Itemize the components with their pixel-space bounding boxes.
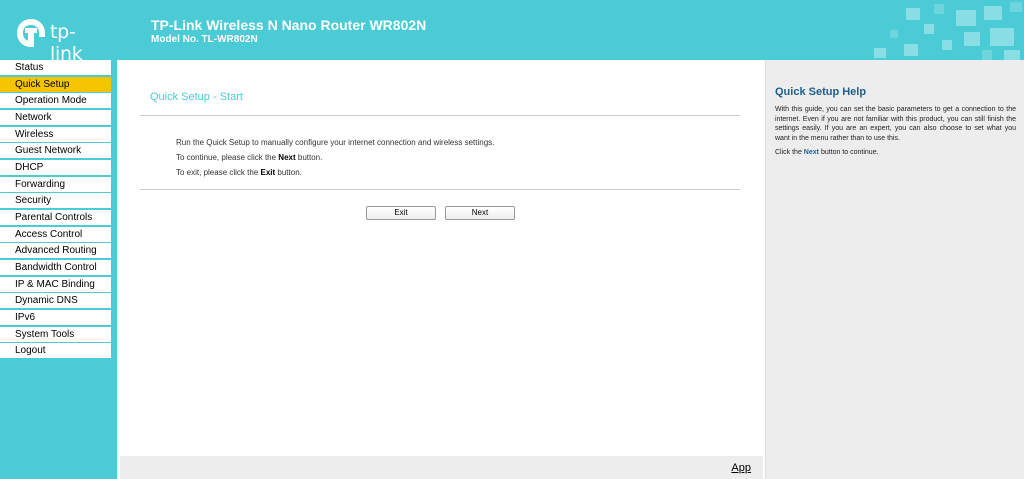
tp-link-logo-icon	[17, 19, 45, 47]
footer-bar: App	[120, 456, 763, 479]
exit-text-pre: To exit, please click the	[176, 168, 259, 177]
tp-link-logo[interactable]: tp-link	[14, 16, 104, 60]
sidebar: Status Quick Setup Operation Mode Network Wi…	[0, 60, 117, 479]
sidebar-item-dhcp[interactable]: DHCP	[0, 160, 111, 176]
header-bar: tp-link TP-Link Wireless N Nano Router W…	[0, 0, 1024, 60]
brand-name: tp-link	[50, 21, 83, 60]
model-number: Model No. TL-WR802N	[151, 34, 258, 45]
sidebar-item-forwarding[interactable]: Forwarding	[0, 176, 111, 192]
sidebar-item-guest-network[interactable]: Guest Network	[0, 143, 111, 159]
sidebar-item-quick-setup[interactable]: Quick Setup	[0, 76, 111, 92]
sidebar-item-access-control[interactable]: Access Control	[0, 226, 111, 242]
sidebar-item-system-tools[interactable]: System Tools	[0, 326, 111, 342]
sidebar-menu: Status Quick Setup Operation Mode Network Wi…	[0, 60, 111, 360]
exit-text: To exit, please click the Exit button.	[176, 168, 302, 177]
main-panel: Quick Setup - Start Run the Quick Setup …	[117, 60, 765, 479]
continue-text-pre: To continue, please click the	[176, 153, 277, 162]
router-title: TP-Link Wireless N Nano Router WR802N	[151, 17, 427, 33]
exit-text-bold: Exit	[260, 168, 276, 177]
sidebar-item-dynamic-dns[interactable]: Dynamic DNS	[0, 293, 111, 309]
sidebar-item-operation-mode[interactable]: Operation Mode	[0, 93, 111, 109]
sidebar-item-status[interactable]: Status	[0, 60, 111, 75]
header-decoration-pattern	[874, 2, 1022, 60]
sidebar-item-ipv6[interactable]: IPv6	[0, 310, 111, 326]
help-body: With this guide, you can set the basic p…	[775, 106, 1016, 142]
sidebar-item-security[interactable]: Security	[0, 193, 111, 209]
help-next-text: Click the Next button to continue.	[775, 149, 879, 156]
help-panel: Quick Setup Help With this guide, you ca…	[765, 60, 1024, 479]
sidebar-item-advanced-routing[interactable]: Advanced Routing	[0, 243, 111, 259]
continue-text-post: button.	[297, 153, 323, 162]
help-next-pre: Click the	[775, 149, 802, 156]
divider-top	[140, 115, 740, 116]
page-title: Quick Setup - Start	[150, 91, 243, 103]
sidebar-item-parental-controls[interactable]: Parental Controls	[0, 210, 111, 226]
sidebar-item-logout[interactable]: Logout	[0, 343, 111, 359]
exit-button[interactable]: Exit	[366, 206, 436, 220]
help-next-bold: Next	[803, 149, 819, 156]
exit-text-post: button.	[277, 168, 302, 177]
divider-bottom	[140, 189, 740, 190]
sidebar-item-bandwidth-control[interactable]: Bandwidth Control	[0, 260, 111, 276]
continue-text-bold: Next	[278, 153, 296, 162]
next-button[interactable]: Next	[445, 206, 515, 220]
intro-text: Run the Quick Setup to manually configur…	[176, 138, 495, 147]
sidebar-item-wireless[interactable]: Wireless	[0, 126, 111, 142]
sidebar-item-network[interactable]: Network	[0, 110, 111, 126]
app-link[interactable]: App	[731, 462, 751, 474]
continue-text: To continue, please click the Next butto…	[176, 153, 322, 162]
sidebar-item-ip-mac-binding[interactable]: IP & MAC Binding	[0, 276, 111, 292]
help-title: Quick Setup Help	[775, 86, 867, 98]
help-next-post: button to continue.	[820, 149, 879, 156]
